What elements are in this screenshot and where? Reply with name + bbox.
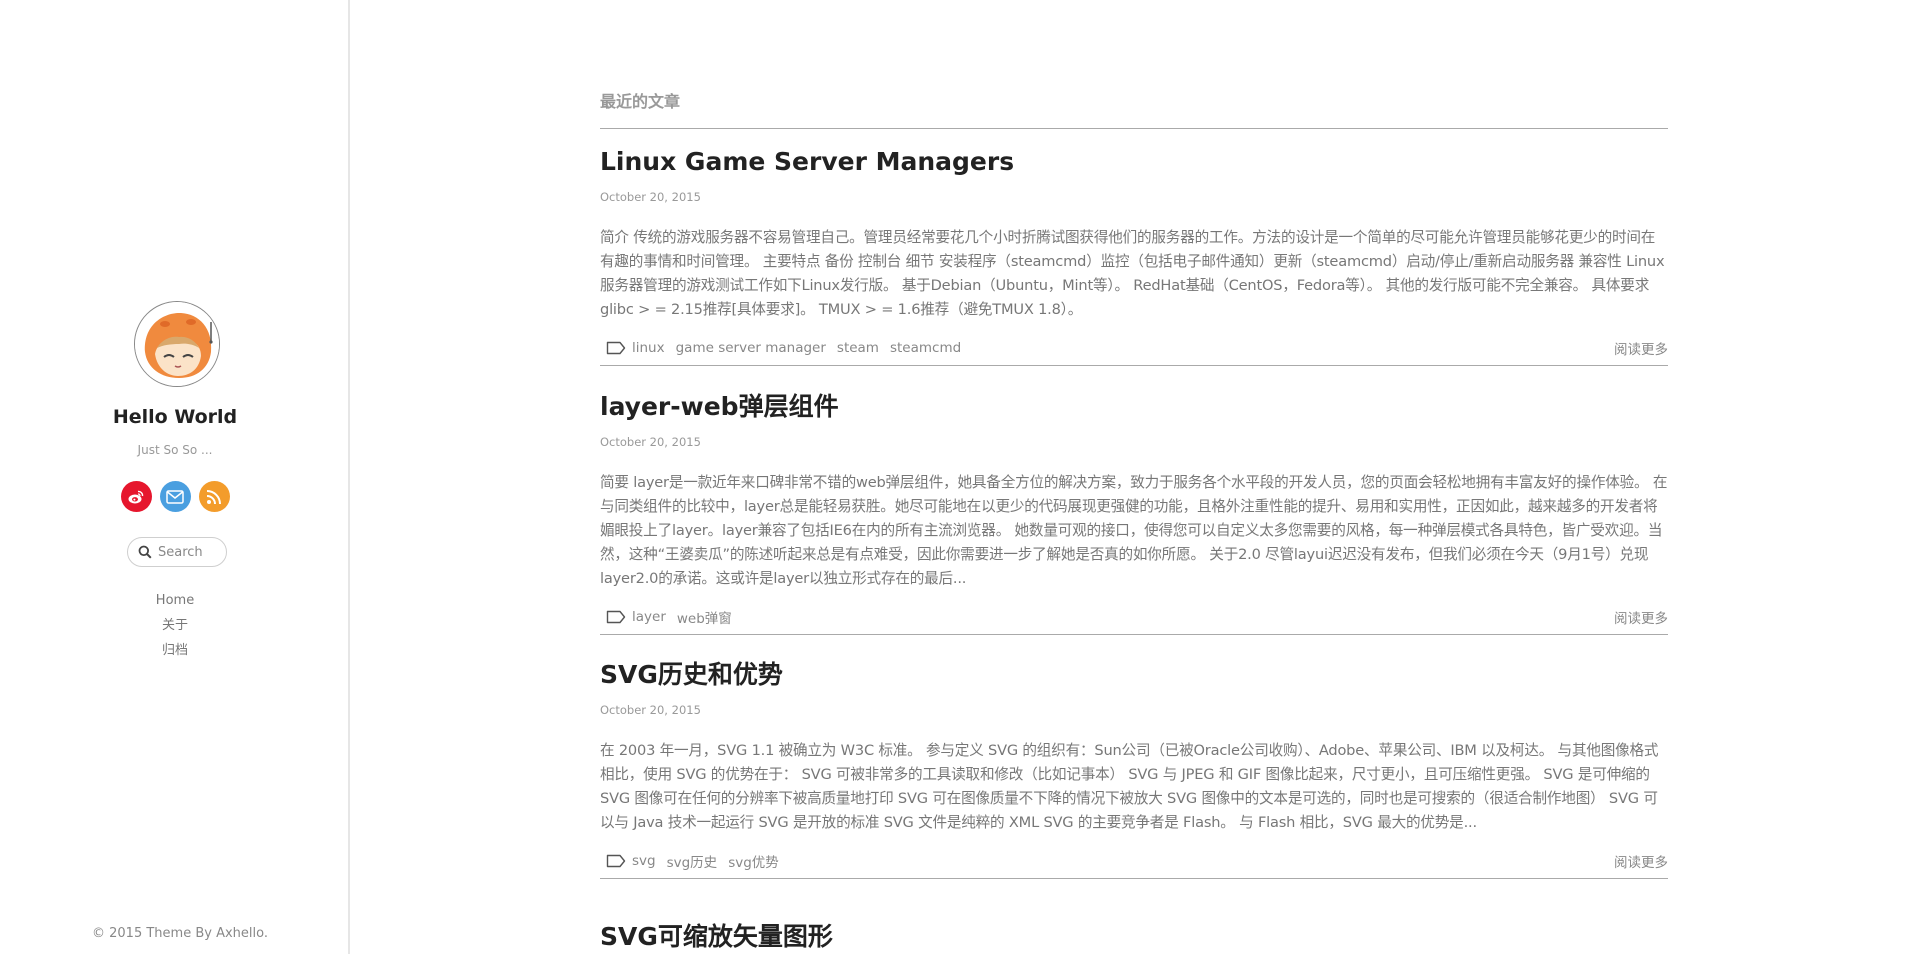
- tag-link[interactable]: web弹窗: [677, 607, 732, 627]
- read-more-link[interactable]: 阅读更多: [1614, 607, 1668, 627]
- divider: [600, 878, 1668, 879]
- post-excerpt: 在 2003 年一月，SVG 1.1 被确立为 W3C 标准。 参与定义 SVG…: [600, 742, 1659, 831]
- tag-link[interactable]: svg: [632, 853, 656, 869]
- tag-link[interactable]: steamcmd: [890, 340, 961, 356]
- post-card: SVG历史和优势 October 20, 2015 在 2003 年一月，SVG…: [600, 659, 1668, 879]
- post-tags: layer web弹窗 阅读更多: [600, 605, 1668, 629]
- nav-item-home[interactable]: Home: [0, 588, 350, 613]
- post-card: layer-web弹层组件 October 20, 2015 简要 layer是…: [600, 391, 1668, 635]
- post-title[interactable]: layer-web弹层组件: [600, 391, 1668, 423]
- tag-icon: [606, 341, 626, 355]
- read-more-link[interactable]: 阅读更多: [1614, 851, 1668, 871]
- post-title[interactable]: Linux Game Server Managers: [600, 146, 1668, 178]
- tag-icon: [606, 610, 626, 624]
- section-title: 最近的文章: [600, 92, 681, 111]
- divider: [600, 634, 1668, 635]
- post-date: October 20, 2015: [600, 435, 701, 449]
- post-date: October 20, 2015: [600, 703, 701, 717]
- weibo-icon[interactable]: [120, 481, 152, 512]
- tag-link[interactable]: layer: [632, 609, 666, 625]
- divider: [600, 365, 1668, 366]
- post-excerpt: 简要 layer是一款近年来口碑非常不错的web弹层组件，她具备全方位的解决方案…: [600, 474, 1668, 587]
- post-excerpt: 简介 传统的游戏服务器不容易管理自己。管理员经常要花几个小时折腾试图获得他们的服…: [600, 229, 1665, 318]
- sidebar: Hello World Just So So ... Search Home 关…: [0, 0, 350, 954]
- search-input[interactable]: [158, 544, 218, 560]
- rss-icon[interactable]: [198, 481, 230, 512]
- nav-menu: Home 关于 归档: [0, 588, 350, 663]
- site-title[interactable]: Hello World: [0, 406, 350, 428]
- social-links: [0, 481, 350, 512]
- footer-copyright: © 2015 Theme By Axhello.: [92, 926, 268, 941]
- tag-icon: [606, 854, 626, 868]
- post-tags: svg svg历史 svg优势 阅读更多: [600, 849, 1668, 873]
- post-card: Linux Game Server Managers October 20, 2…: [600, 146, 1668, 366]
- mail-icon[interactable]: [159, 481, 191, 512]
- tag-link[interactable]: linux: [632, 340, 665, 356]
- tag-link[interactable]: steam: [837, 340, 879, 356]
- tag-link[interactable]: svg历史: [667, 851, 718, 871]
- avatar-illustration: [135, 302, 219, 386]
- read-more-link[interactable]: 阅读更多: [1614, 338, 1668, 358]
- avatar[interactable]: [134, 301, 220, 387]
- post-date: October 20, 2015: [600, 190, 701, 204]
- post-title[interactable]: SVG历史和优势: [600, 659, 1668, 691]
- nav-item-archive[interactable]: 归档: [0, 638, 350, 663]
- tag-link[interactable]: game server manager: [676, 340, 826, 356]
- site-subtitle: Just So So ...: [137, 443, 213, 457]
- tag-link[interactable]: svg优势: [728, 851, 779, 871]
- divider: [600, 128, 1668, 129]
- post-title[interactable]: SVG可缩放矢量图形: [600, 921, 833, 953]
- post-tags: linux game server manager steam steamcmd…: [600, 336, 1668, 360]
- nav-item-about[interactable]: 关于: [0, 613, 350, 638]
- search-box[interactable]: [127, 537, 227, 567]
- search-icon: [138, 545, 152, 559]
